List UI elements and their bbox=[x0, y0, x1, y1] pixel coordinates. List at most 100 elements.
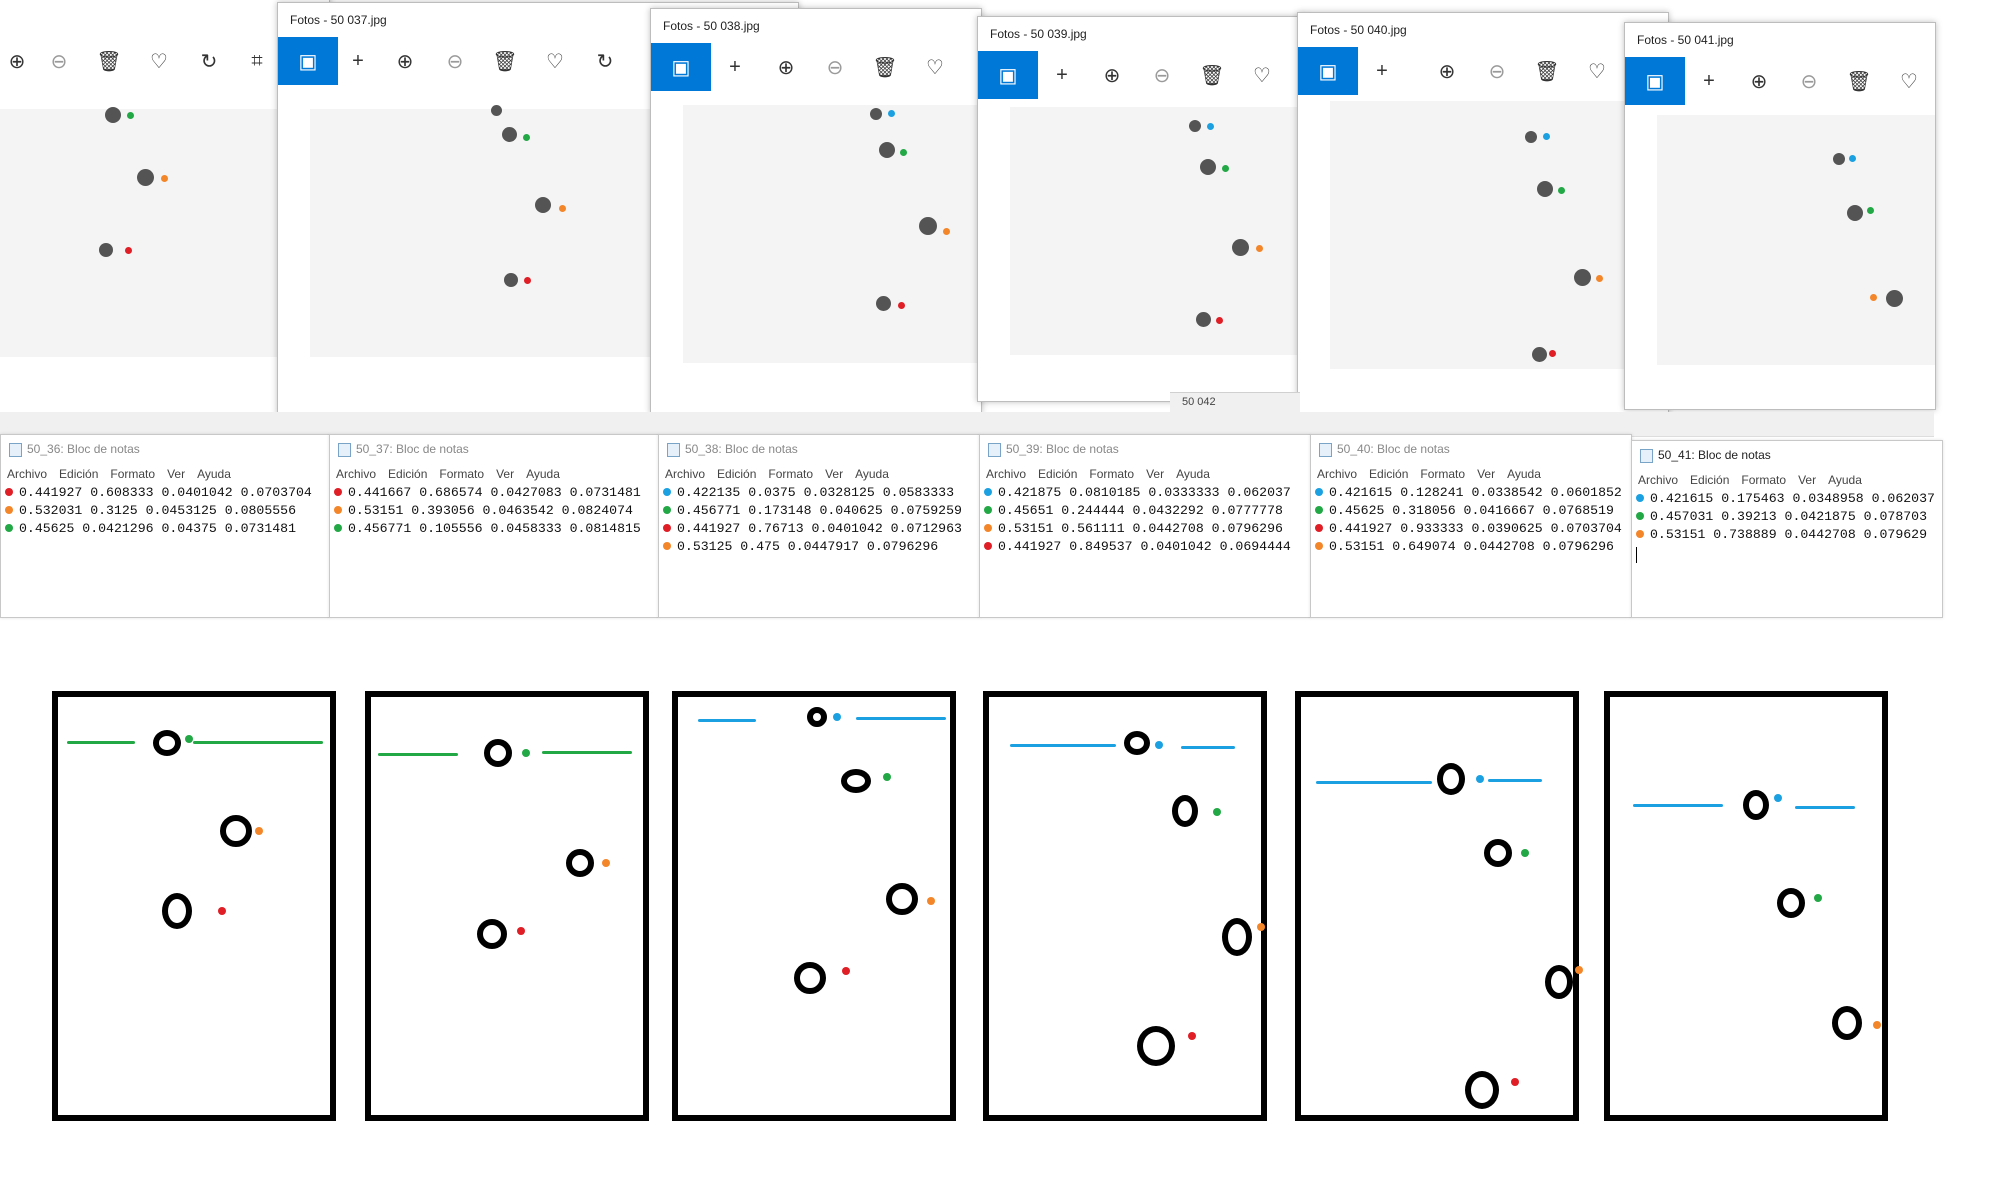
text-line: 0.532031 0.3125 0.0453125 0.0805556 bbox=[5, 503, 296, 518]
image-icon[interactable]: ▣ bbox=[1298, 47, 1358, 95]
taskbar-label: 50 042 bbox=[1182, 396, 1216, 408]
text-line: 0.441927 0.933333 0.0390625 0.0703704 bbox=[1315, 521, 1622, 536]
orange-dot bbox=[334, 506, 342, 514]
blue-marker bbox=[888, 110, 895, 117]
photos-window-41[interactable]: Fotos - 50 041.jpg ▣ + ⊕ ⊖ 🗑 ♡ bbox=[1624, 22, 1936, 410]
text-line: 0.45651 0.244444 0.0432292 0.0777778 bbox=[984, 503, 1283, 518]
heart-icon[interactable]: ♡ bbox=[1567, 47, 1627, 95]
add-icon[interactable]: + bbox=[1352, 47, 1412, 95]
menu-archivo[interactable]: Archivo bbox=[1317, 467, 1357, 481]
ball-outline bbox=[477, 919, 507, 949]
green-marker bbox=[1867, 207, 1874, 214]
photos-window-40[interactable]: Fotos - 50 040.jpg ▣ + ⊕ ⊖ 🗑 ♡ bbox=[1297, 12, 1669, 414]
notepad-window-36[interactable]: 50_36: Bloc de notas Archivo Edición Forma… bbox=[0, 434, 330, 618]
menu-ayuda[interactable]: Ayuda bbox=[526, 467, 560, 481]
menu-formato[interactable]: Formato bbox=[1741, 473, 1786, 487]
ball-outline bbox=[1124, 731, 1150, 755]
menu-formato[interactable]: Formato bbox=[1089, 467, 1134, 481]
ball bbox=[919, 217, 937, 235]
heart-icon[interactable]: ♡ bbox=[905, 43, 965, 91]
menu-ayuda[interactable]: Ayuda bbox=[855, 467, 889, 481]
notepad-title: 50_39: Bloc de notas bbox=[1006, 442, 1119, 456]
orange-marker bbox=[161, 175, 168, 182]
window-title: Fotos - 50 040.jpg bbox=[1310, 23, 1407, 37]
menu-ver[interactable]: Ver bbox=[496, 467, 514, 481]
menu-ayuda[interactable]: Ayuda bbox=[1507, 467, 1541, 481]
green-marker bbox=[883, 773, 891, 781]
photos-window-39[interactable]: Fotos - 50 039.jpg ▣ + ⊕ ⊖ 🗑 ♡ bbox=[977, 16, 1309, 402]
ball-outline bbox=[1437, 763, 1465, 795]
red-dot bbox=[663, 524, 671, 532]
orange-dot bbox=[1315, 542, 1323, 550]
ball bbox=[137, 169, 154, 186]
menu-edicion[interactable]: Edición bbox=[717, 467, 756, 481]
menu-ayuda[interactable]: Ayuda bbox=[1828, 473, 1862, 487]
green-marker bbox=[1521, 849, 1529, 857]
notepad-menu: Archivo Edición Formato Ver Ayuda bbox=[665, 467, 901, 481]
heart-icon[interactable]: ♡ bbox=[1879, 57, 1935, 105]
text-line: 0.53151 0.738889 0.0442708 0.079629 bbox=[1636, 527, 1927, 542]
menu-archivo[interactable]: Archivo bbox=[336, 467, 376, 481]
menu-ayuda[interactable]: Ayuda bbox=[197, 467, 231, 481]
menu-ayuda[interactable]: Ayuda bbox=[1176, 467, 1210, 481]
blue-line bbox=[698, 719, 756, 722]
menu-formato[interactable]: Formato bbox=[768, 467, 813, 481]
notepad-window-39[interactable]: 50_39: Bloc de notas Archivo Edición Forma… bbox=[979, 434, 1311, 618]
blue-line bbox=[1181, 746, 1235, 749]
notepad-window-37[interactable]: 50_37: Bloc de notas Archivo Edición Forma… bbox=[329, 434, 659, 618]
window-title: Fotos - 50 038.jpg bbox=[663, 19, 760, 33]
blue-dot bbox=[1315, 488, 1323, 496]
menu-formato[interactable]: Formato bbox=[439, 467, 484, 481]
menu-archivo[interactable]: Archivo bbox=[986, 467, 1026, 481]
red-marker bbox=[524, 277, 531, 284]
red-marker bbox=[125, 247, 132, 254]
menu-ver[interactable]: Ver bbox=[1477, 467, 1495, 481]
red-marker bbox=[1216, 317, 1223, 324]
text-line: 0.456771 0.173148 0.040625 0.0759259 bbox=[663, 503, 962, 518]
ball bbox=[1574, 269, 1591, 286]
menu-ver[interactable]: Ver bbox=[167, 467, 185, 481]
menu-formato[interactable]: Formato bbox=[1420, 467, 1465, 481]
menu-edicion[interactable]: Edición bbox=[388, 467, 427, 481]
ball bbox=[1196, 312, 1211, 327]
notepad-window-40[interactable]: 50_40: Bloc de notas Archivo Edición Forma… bbox=[1310, 434, 1632, 618]
menu-ver[interactable]: Ver bbox=[1798, 473, 1816, 487]
menu-ver[interactable]: Ver bbox=[1146, 467, 1164, 481]
notepad-icon bbox=[667, 443, 680, 457]
menu-edicion[interactable]: Edición bbox=[1038, 467, 1077, 481]
menu-ver[interactable]: Ver bbox=[825, 467, 843, 481]
red-marker bbox=[842, 967, 850, 975]
ball-outline bbox=[1743, 790, 1769, 820]
heart-icon[interactable]: ♡ bbox=[1232, 51, 1292, 99]
text-line: 0.422135 0.0375 0.0328125 0.0583333 bbox=[663, 485, 954, 500]
menu-edicion[interactable]: Edición bbox=[59, 467, 98, 481]
menu-archivo[interactable]: Archivo bbox=[1638, 473, 1678, 487]
notepad-icon bbox=[1640, 449, 1653, 463]
notepad-window-41[interactable]: 50_41: Bloc de notas Archivo Edición Forma… bbox=[1631, 440, 1943, 618]
blue-line bbox=[1795, 806, 1855, 809]
notepad-window-38[interactable]: 50_38: Bloc de notas Archivo Edición Forma… bbox=[658, 434, 980, 618]
ball-outline bbox=[807, 707, 827, 727]
green-dot bbox=[1315, 506, 1323, 514]
ball-outline bbox=[1545, 965, 1573, 999]
red-dot bbox=[1315, 524, 1323, 532]
menu-edicion[interactable]: Edición bbox=[1690, 473, 1729, 487]
blue-line bbox=[1316, 781, 1432, 784]
ball-outline bbox=[566, 849, 594, 877]
photos-window-38[interactable]: Fotos - 50 038.jpg ▣ + ⊕ ⊖ 🗑 ♡ bbox=[650, 8, 982, 414]
menu-formato[interactable]: Formato bbox=[110, 467, 155, 481]
image-icon[interactable]: ▣ bbox=[978, 51, 1038, 99]
ball bbox=[502, 127, 517, 142]
sketch-panel-1 bbox=[52, 691, 336, 1121]
image-icon[interactable]: ▣ bbox=[1625, 57, 1685, 105]
sketch-panel-3 bbox=[672, 691, 956, 1121]
rotate-icon[interactable]: ↻ bbox=[575, 37, 635, 85]
green-marker bbox=[522, 749, 530, 757]
text-line: 0.441927 0.76713 0.0401042 0.0712963 bbox=[663, 521, 962, 536]
menu-archivo[interactable]: Archivo bbox=[7, 467, 47, 481]
text-line: 0.53151 0.393056 0.0463542 0.0824074 bbox=[334, 503, 633, 518]
image-icon[interactable]: ▣ bbox=[651, 43, 711, 91]
menu-edicion[interactable]: Edición bbox=[1369, 467, 1408, 481]
menu-archivo[interactable]: Archivo bbox=[665, 467, 705, 481]
green-marker bbox=[900, 149, 907, 156]
